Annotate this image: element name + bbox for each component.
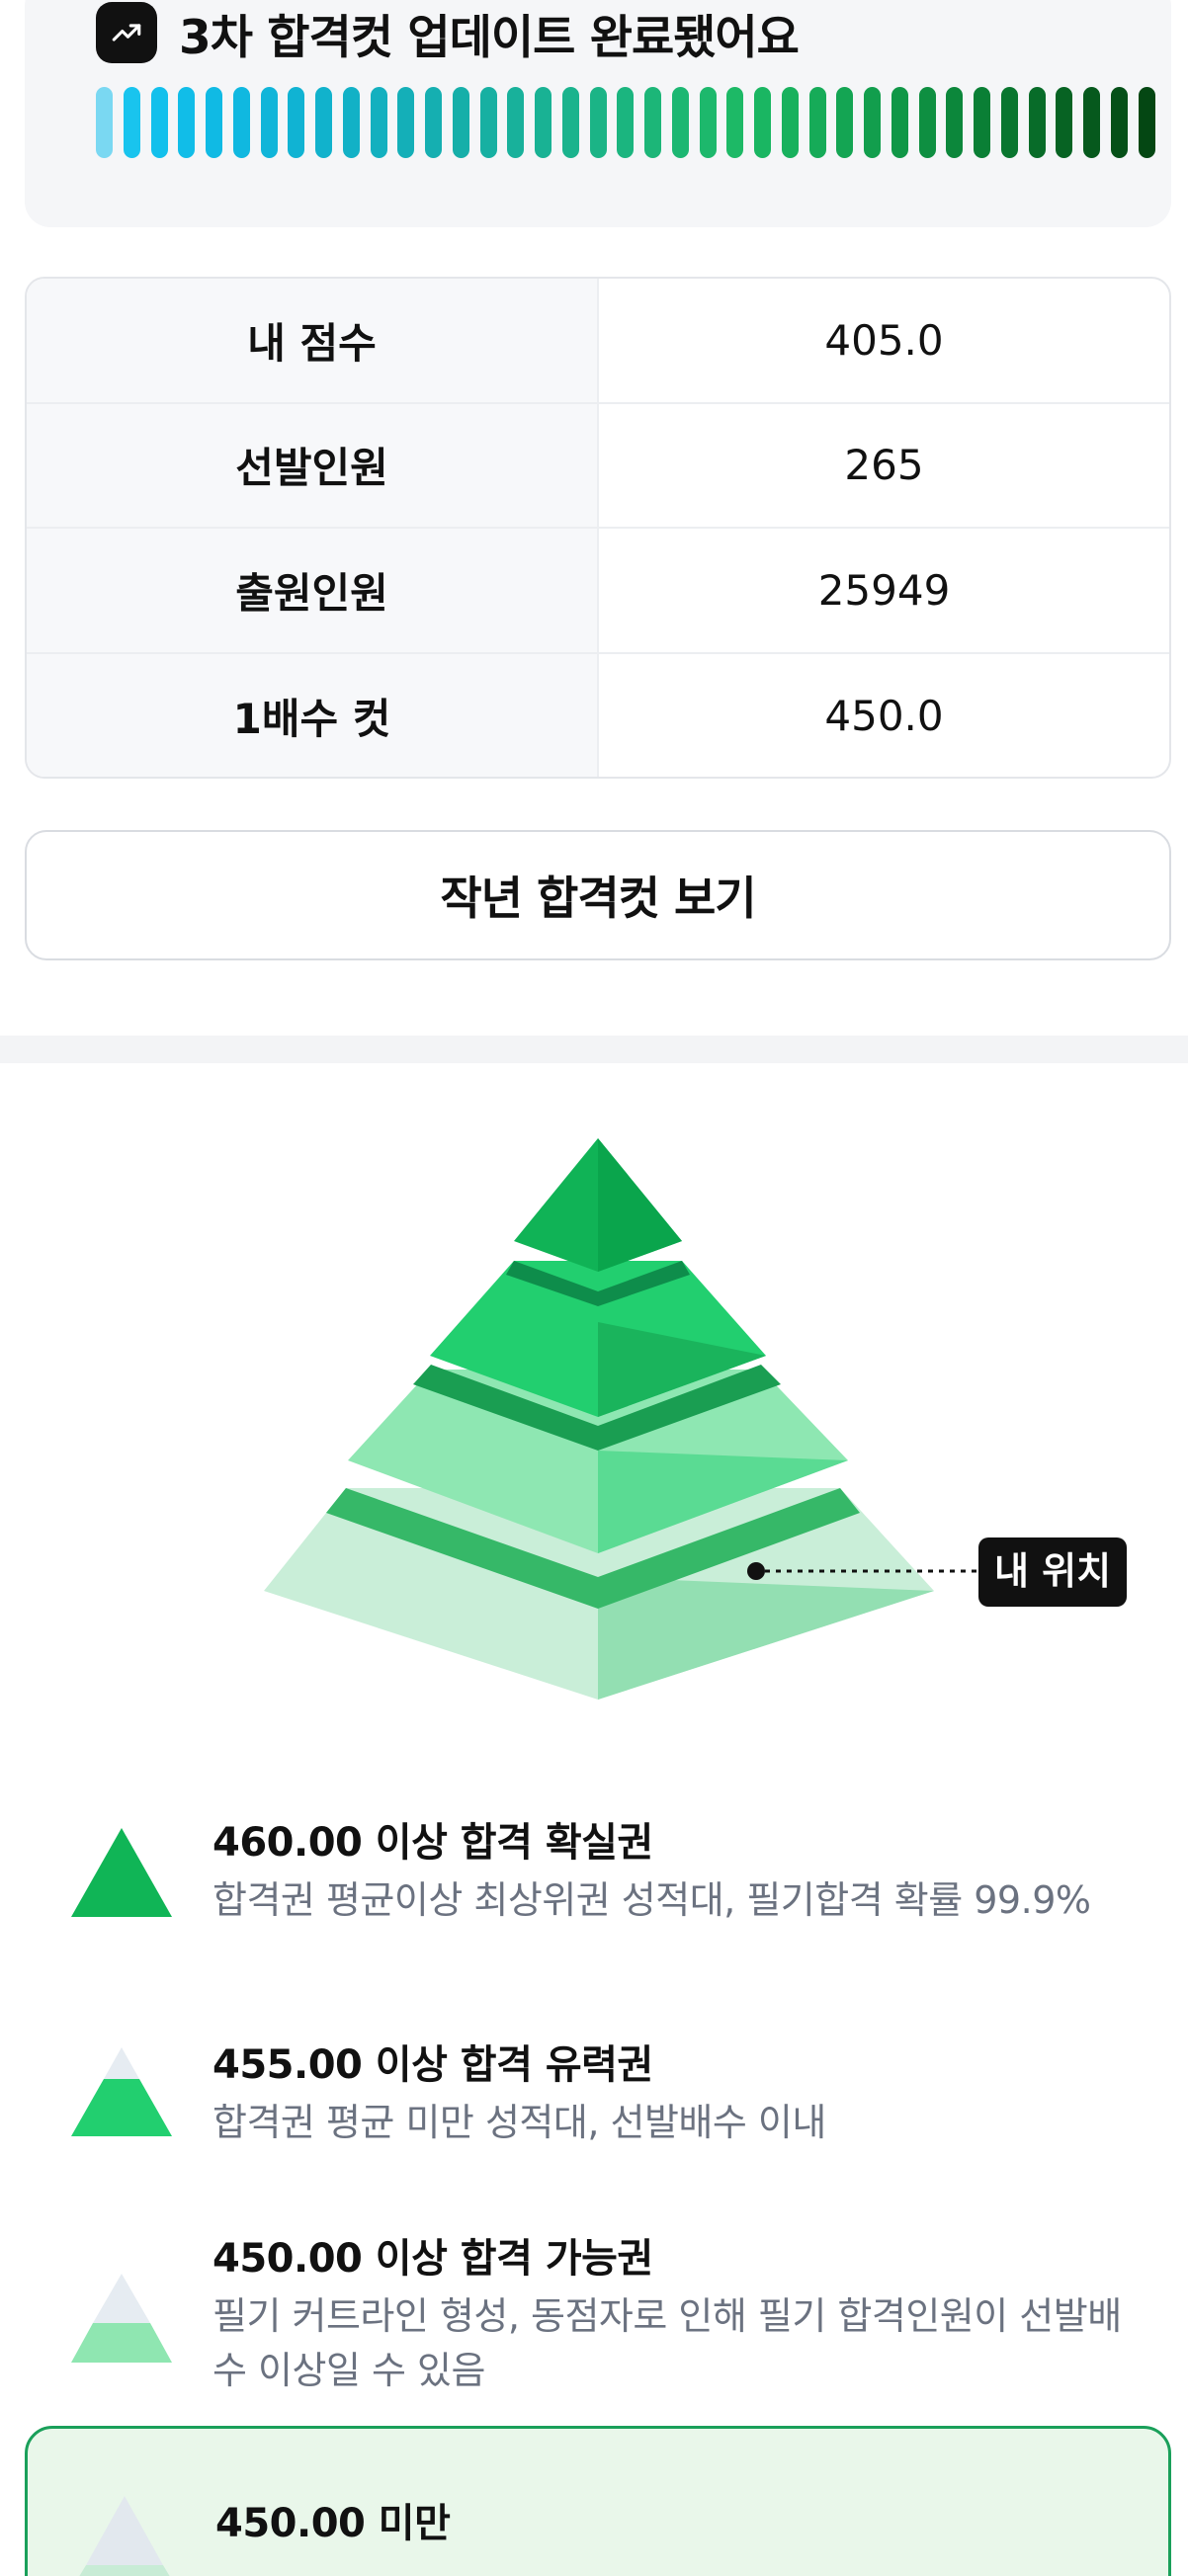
row-label-selection-count: 선발인원 [27,403,599,527]
progress-segment [288,87,305,158]
progress-segment [479,87,497,158]
score-info-table: 내 점수 405.0 선발인원 265 출원인원 25949 1배수 컷 450… [25,277,1171,779]
progress-segment [260,87,278,158]
progress-segment [123,87,140,158]
level-title: 450.00 미만 [215,2501,451,2546]
level-title: 450.00 이상 합격 가능권 [212,2236,653,2282]
status-header: 3차 합격컷 업데이트 완료됐어요 [96,2,800,65]
row-value-selection-count: 265 [844,441,924,490]
progress-segment [589,87,607,158]
progress-segment [644,87,661,158]
pyramid-second-tier-icon [71,2047,172,2136]
status-title: 3차 합격컷 업데이트 완료됐어요 [179,10,800,65]
section-divider [0,1036,1188,1063]
progress-segment [974,87,990,158]
level-description: 합격권 평균 미만 성적대, 선발배수 이내 [212,2101,826,2144]
progress-segment [754,87,771,158]
progress-segment [342,87,360,158]
level-title: 455.00 이상 합격 유력권 [212,2042,653,2088]
progress-segment [206,87,222,158]
table-row: 내 점수 405.0 [27,279,1169,404]
score-pyramid-illustration: 내 위치 [264,1138,1127,1700]
table-row: 선발인원 265 [27,403,1169,529]
pyramid-top-tier-icon [71,1828,172,1917]
progress-segment [864,87,881,158]
update-progress-bar [96,87,1155,158]
progress-segment [561,87,579,158]
progress-segment [836,87,854,158]
progress-segment [1138,87,1155,158]
progress-segment [1056,87,1073,158]
level-description: 필기 커트라인 형성, 동점자로 인해 필기 합격인원이 선발배수 이상일 수 … [212,2294,1122,2392]
progress-segment [96,87,113,158]
progress-segment [946,87,964,158]
progress-segment [1000,87,1018,158]
progress-segment [1110,87,1128,158]
progress-segment [808,87,826,158]
progress-segment [699,87,717,158]
row-value-applicant-count: 25949 [817,565,951,615]
trend-up-icon [96,2,157,63]
progress-segment [891,87,908,158]
progress-segment [918,87,936,158]
progress-segment [507,87,525,158]
progress-segment [425,87,442,158]
progress-segment [1083,87,1100,158]
progress-segment [535,87,552,158]
progress-segment [671,87,689,158]
row-value-my-score: 405.0 [824,315,944,365]
table-row: 1배수 컷 450.0 [27,653,1169,777]
level-description: 합격권 평균이상 최상위권 성적대, 필기합격 확률 99.9% [212,1878,1091,1922]
progress-segment [726,87,744,158]
level-title: 460.00 이상 합격 확실권 [212,1820,653,1866]
progress-segment [452,87,469,158]
row-label-applicant-count: 출원인원 [27,529,599,652]
last-year-cutoff-button[interactable]: 작년 합격컷 보기 [25,830,1171,960]
progress-segment [781,87,799,158]
pyramid-bottom-tier-icon [79,2496,170,2576]
my-position-label: 내 위치 [994,1549,1111,1593]
progress-segment [315,87,332,158]
pyramid-third-tier-icon [71,2274,172,2363]
progress-segment [397,87,415,158]
progress-segment [232,87,250,158]
row-label-my-score: 내 점수 [27,279,599,402]
progress-segment [1028,87,1046,158]
progress-segment [617,87,635,158]
progress-segment [370,87,387,158]
my-position-dot [747,1562,765,1580]
row-label-cutoff: 1배수 컷 [27,653,599,777]
row-value-cutoff: 450.0 [824,692,944,741]
level-item-below-current: 450.00 미만 [25,2426,1171,2576]
update-status-card: 3차 합격컷 업데이트 완료됐어요 [25,0,1171,227]
progress-segment [150,87,168,158]
table-row: 출원인원 25949 [27,529,1169,654]
progress-segment [178,87,196,158]
